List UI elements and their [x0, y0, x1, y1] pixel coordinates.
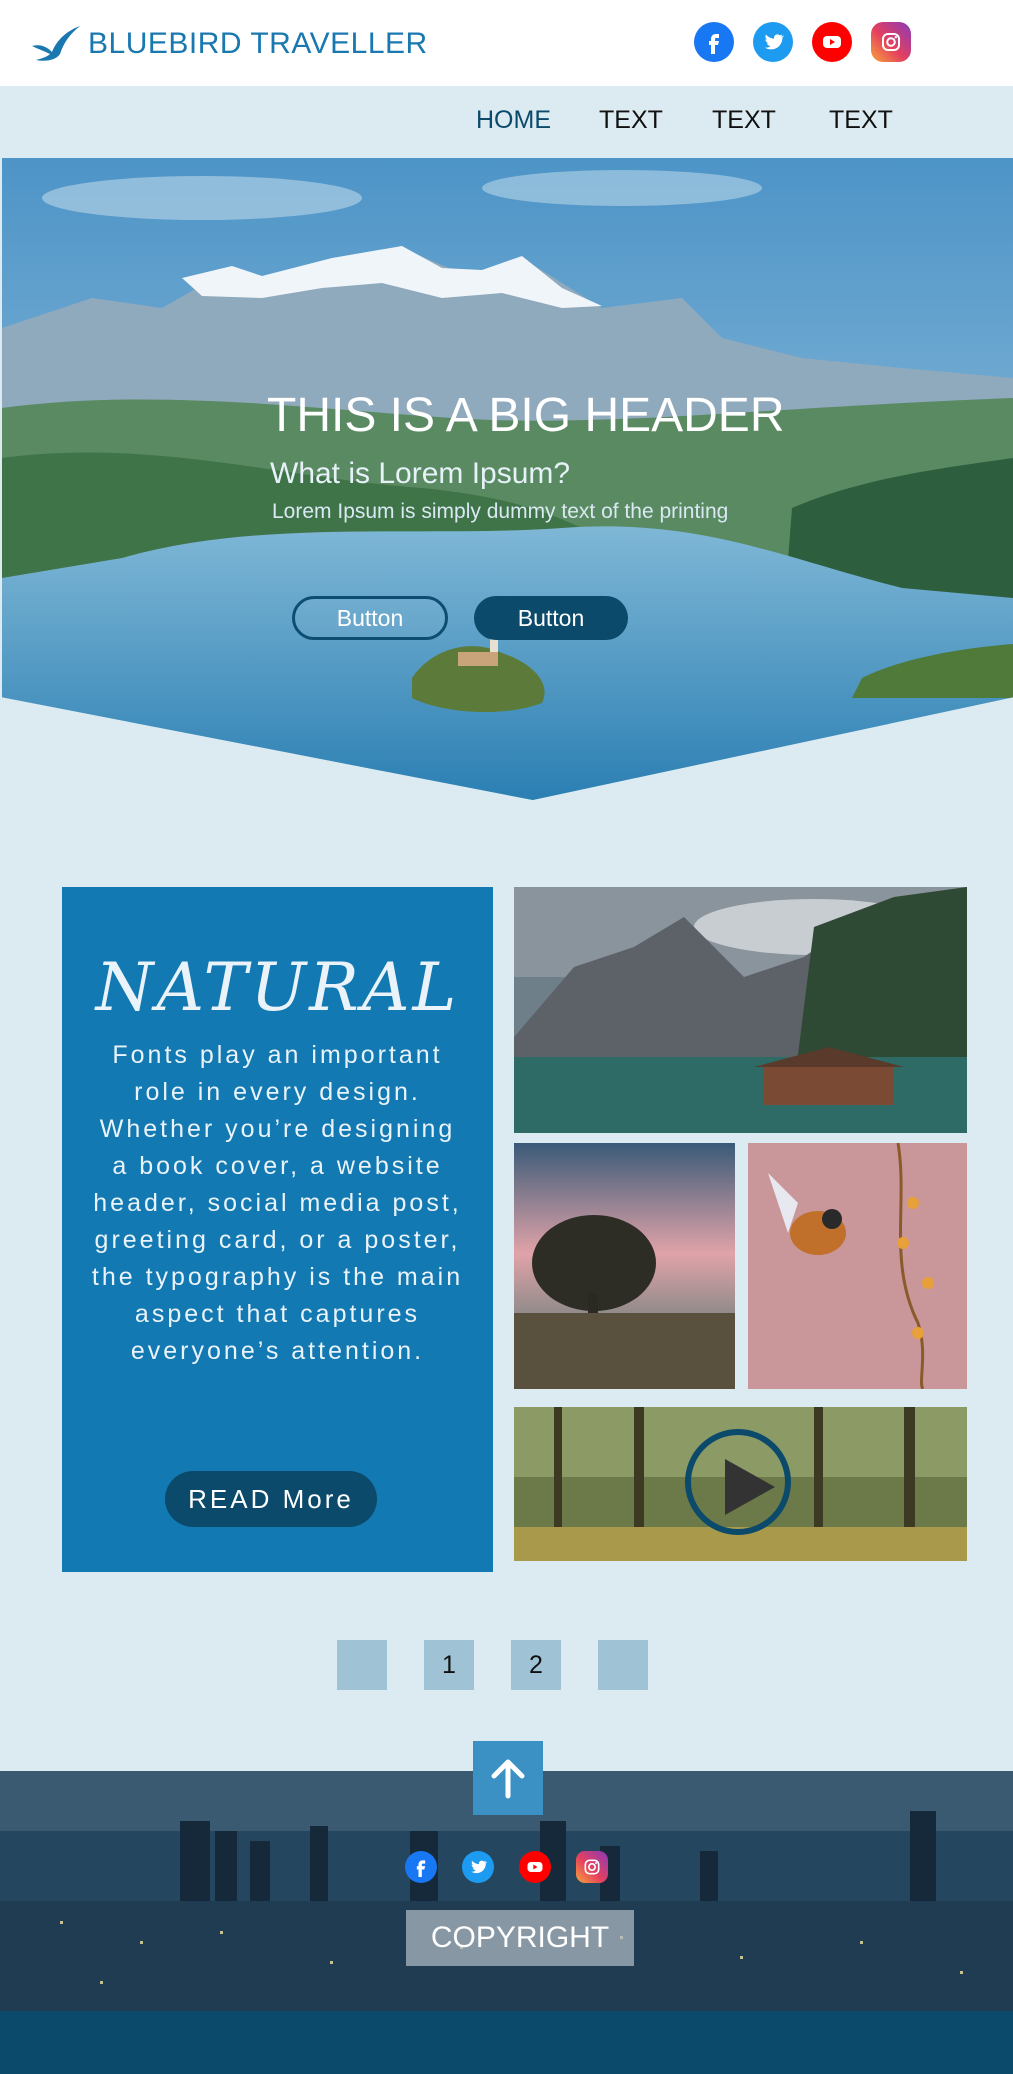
- footer-social-links: [405, 1851, 633, 1883]
- hero-description: Lorem Ipsum is simply dummy text of the …: [272, 500, 729, 523]
- nav-text-3[interactable]: TEXT: [829, 106, 893, 135]
- mountain-lake-photo[interactable]: [514, 887, 967, 1133]
- hero-primary-button[interactable]: Button: [474, 596, 628, 640]
- play-icon[interactable]: [685, 1429, 791, 1535]
- feature-title: NATURAL: [95, 949, 460, 1026]
- instagram-icon[interactable]: [871, 22, 911, 62]
- nav-home[interactable]: HOME: [476, 106, 551, 135]
- hero-banner: THIS IS A BIG HEADER What is Lorem Ipsum…: [2, 158, 1013, 800]
- hero-outline-button[interactable]: Button: [292, 596, 448, 640]
- instagram-icon[interactable]: [576, 1851, 608, 1883]
- bird-photo[interactable]: [748, 1143, 967, 1389]
- pagination-next[interactable]: [598, 1640, 648, 1690]
- facebook-icon[interactable]: [694, 22, 734, 62]
- facebook-icon[interactable]: [405, 1851, 437, 1883]
- tree-sunset-photo[interactable]: [514, 1143, 735, 1389]
- hero-title: THIS IS A BIG HEADER: [267, 389, 785, 442]
- hero-subtitle: What is Lorem Ipsum?: [270, 457, 571, 490]
- pagination-page-1[interactable]: 1: [424, 1640, 474, 1690]
- pagination-prev[interactable]: [337, 1640, 387, 1690]
- feature-body: Fonts play an important role in every de…: [91, 1041, 464, 1365]
- header-social-links: [694, 22, 930, 62]
- youtube-icon[interactable]: [519, 1851, 551, 1883]
- feature-card: NATURAL Fonts play an important role in …: [62, 887, 493, 1572]
- main-navigation: HOME TEXT TEXT TEXT: [2, 86, 1013, 158]
- copyright-label: COPYRIGHT: [406, 1910, 634, 1966]
- top-header: BLUEBIRD TRAVELLER: [0, 0, 1013, 86]
- bottom-bar: [0, 2011, 1013, 2074]
- brand-name: BLUEBIRD TRAVELLER: [88, 27, 428, 60]
- read-more-button[interactable]: READ More: [165, 1471, 377, 1527]
- nav-text-1[interactable]: TEXT: [599, 106, 663, 135]
- forest-video-thumbnail[interactable]: [514, 1407, 967, 1561]
- twitter-icon[interactable]: [462, 1851, 494, 1883]
- brand-logo[interactable]: BLUEBIRD TRAVELLER: [30, 24, 428, 64]
- back-to-top-button[interactable]: [473, 1741, 543, 1815]
- nav-text-2[interactable]: TEXT: [712, 106, 776, 135]
- youtube-icon[interactable]: [812, 22, 852, 62]
- bird-logo-icon: [32, 26, 80, 61]
- pagination-page-2[interactable]: 2: [511, 1640, 561, 1690]
- arrow-up-icon: [491, 1759, 525, 1799]
- twitter-icon[interactable]: [753, 22, 793, 62]
